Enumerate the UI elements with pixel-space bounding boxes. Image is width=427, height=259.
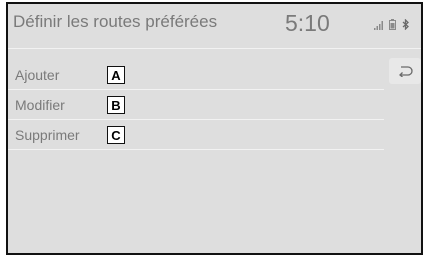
bluetooth-icon [402,19,409,30]
menu-item-label: Ajouter [15,67,60,83]
nav-screen: Définir les routes préférées 5:10 Ajoute… [6,2,423,255]
battery-icon [389,19,396,30]
back-arrow-icon [399,66,413,77]
menu-item-label: Supprimer [15,127,80,143]
status-bar [374,16,409,30]
back-button[interactable] [389,58,421,84]
clock: 5:10 [285,10,330,36]
callout-c: C [107,126,125,144]
menu-item-modifier[interactable]: Modifier [8,90,384,120]
page-title: Définir les routes préférées [13,12,218,31]
callout-b: B [107,96,125,114]
menu-item-supprimer[interactable]: Supprimer [8,120,384,150]
menu-item-ajouter[interactable]: Ajouter [8,60,384,90]
menu-item-label: Modifier [15,97,65,113]
callout-a: A [107,66,125,84]
header-divider [8,48,421,49]
signal-bars-icon [374,21,383,30]
divider [8,149,384,150]
